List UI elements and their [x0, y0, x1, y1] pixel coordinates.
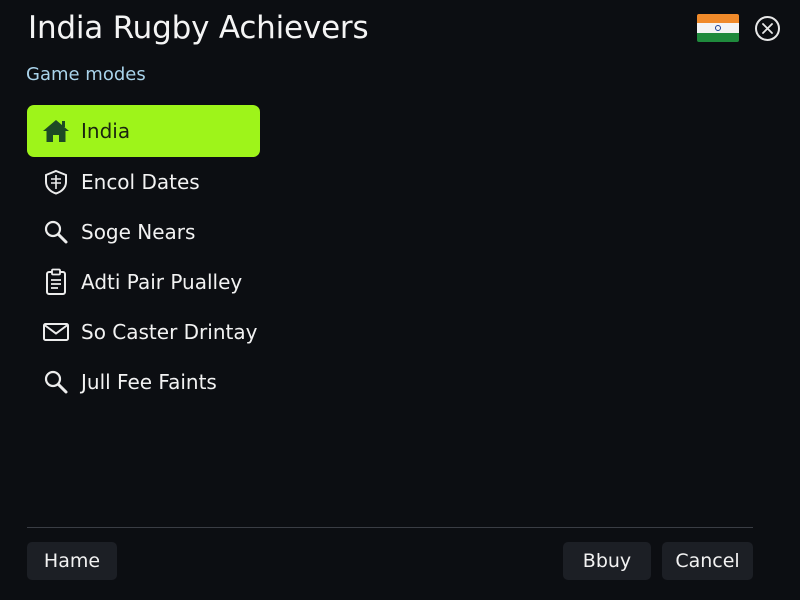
- menu-item-india[interactable]: India: [27, 105, 260, 157]
- mail-icon: [41, 317, 71, 347]
- menu-item-label: So Caster Drintay: [81, 320, 258, 344]
- window-title: India Rugby Achievers: [28, 10, 369, 46]
- menu-item-so-caster-drintay[interactable]: So Caster Drintay: [27, 307, 260, 357]
- menu-item-soge-nears[interactable]: Soge Nears: [27, 207, 260, 257]
- game-mode-menu: India Encol Dates Soge Nears Adti Pair P…: [27, 105, 260, 407]
- footer-divider: [27, 527, 753, 528]
- menu-item-label: Adti Pair Pualley: [81, 270, 243, 294]
- buy-button[interactable]: Bbuy: [563, 542, 651, 580]
- home-button[interactable]: Hame: [27, 542, 117, 580]
- menu-item-encol-dates[interactable]: Encol Dates: [27, 157, 260, 207]
- close-icon: [762, 23, 773, 34]
- menu-item-label: Encol Dates: [81, 170, 200, 194]
- home-icon: [41, 116, 71, 146]
- search-icon: [41, 367, 71, 397]
- cancel-button[interactable]: Cancel: [662, 542, 753, 580]
- menu-item-label: India: [81, 119, 131, 143]
- dialog-window: India Rugby Achievers Game modes India E…: [0, 0, 800, 600]
- menu-item-adti-pair-pualley[interactable]: Adti Pair Pualley: [27, 257, 260, 307]
- shield-icon: [41, 167, 71, 197]
- menu-item-label: Jull Fee Faints: [81, 370, 217, 394]
- menu-item-jull-fee-faints[interactable]: Jull Fee Faints: [27, 357, 260, 407]
- india-flag-icon: [697, 14, 739, 42]
- clipboard-icon: [41, 267, 71, 297]
- menu-item-label: Soge Nears: [81, 220, 196, 244]
- section-label: Game modes: [26, 64, 146, 85]
- search-icon: [41, 217, 71, 247]
- close-button[interactable]: [755, 16, 780, 41]
